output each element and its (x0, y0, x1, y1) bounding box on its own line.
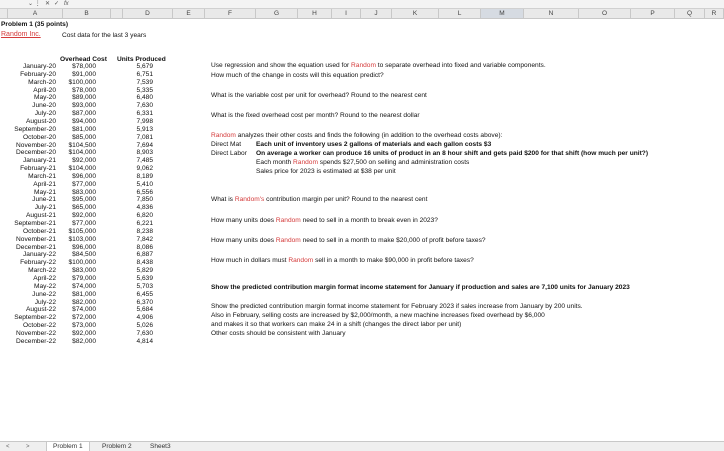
column-header-k[interactable]: K (392, 9, 439, 19)
sheet-subtitle: Cost data for the last 3 years (62, 32, 147, 39)
column-header-j[interactable]: J (361, 9, 392, 19)
row-units-produced[interactable]: 4,814 (120, 337, 153, 346)
question-target-profit-dollars: How much in dollars must Random sell in … (211, 257, 474, 264)
tab-problem-2[interactable]: Problem 2 (96, 442, 138, 451)
column-header-q[interactable]: Q (675, 9, 705, 19)
text-february-changes: Also in February, selling costs are incr… (211, 312, 545, 319)
question-change-predict: How much of the change in costs will thi… (211, 72, 384, 79)
text-direct-materials: Each unit of inventory uses 2 gallons of… (256, 141, 492, 148)
question-january-statement: Show the predicted contribution margin f… (211, 284, 630, 291)
column-header-l[interactable]: L (439, 9, 481, 19)
column-header-g[interactable]: G (256, 9, 298, 19)
company-name: Random Inc. (1, 31, 41, 38)
question-february-statement: Show the predicted contribution margin f… (211, 303, 583, 310)
tab-sheet3[interactable]: Sheet3 (144, 442, 177, 451)
row-overhead-cost[interactable]: $82,000 (58, 337, 96, 346)
row-month[interactable]: December-22 (0, 337, 56, 346)
text-other-costs-consistent: Other costs should be consistent with Ja… (211, 330, 346, 337)
column-header-p[interactable]: P (631, 9, 675, 19)
question-target-profit-units: How many units does Random need to sell … (211, 237, 486, 244)
question-fixed-overhead: What is the fixed overhead cost per mont… (211, 112, 420, 119)
text-direct-labor: On average a worker can produce 16 units… (256, 150, 649, 157)
company-ref: Random (351, 62, 376, 69)
column-header-o[interactable]: O (579, 9, 631, 19)
column-header-r[interactable]: R (705, 9, 724, 19)
select-all-corner[interactable] (0, 9, 8, 19)
tab-problem-1[interactable]: Problem 1 (46, 442, 90, 451)
question-variable-cost: What is the variable cost per unit for o… (211, 92, 427, 99)
text-sales-price: Sales price for 2023 is estimated at $38… (256, 168, 396, 175)
question-regression: Use regression and show the equation use… (211, 62, 546, 69)
column-header-b[interactable]: B (63, 9, 111, 19)
question-break-even: How many units does Random need to sell … (211, 217, 438, 224)
column-header-e[interactable]: E (173, 9, 205, 19)
label-direct-materials: Direct Mat (211, 141, 242, 148)
problem-title: Problem 1 (35 points) (1, 21, 69, 28)
fx-label[interactable]: fx (64, 1, 69, 8)
column-header-n[interactable]: N (524, 9, 579, 19)
tab-scroll-left-icon[interactable]: < (6, 442, 10, 451)
sheet-tab-bar: < > Problem 1 Problem 2 Sheet3 (0, 441, 724, 451)
column-header-m[interactable]: M (481, 9, 524, 19)
column-header-c[interactable] (111, 9, 123, 19)
tab-scroll-right-icon[interactable]: > (26, 442, 30, 451)
note-other-costs: Random analyzes their other costs and fi… (211, 132, 503, 139)
formula-bar: ⌄ ⋮ ✕ ✓ fx (0, 0, 724, 9)
column-header-d[interactable]: D (123, 9, 173, 19)
column-header-i[interactable]: I (332, 9, 361, 19)
column-header-h[interactable]: H (298, 9, 332, 19)
name-box-dropdown-icon[interactable]: ⌄ ⋮ (28, 1, 41, 8)
column-header-a[interactable]: A (8, 9, 63, 19)
text-labor-changes: and makes it so that workers can make 24… (211, 321, 462, 328)
label-direct-labor: Direct Labor (211, 150, 247, 157)
check-icon[interactable]: ✓ (54, 1, 59, 8)
text-selling-admin: Each month Random spends $27,500 on sell… (256, 159, 470, 166)
close-icon[interactable]: ✕ (45, 1, 50, 8)
question-contribution-margin: What is Random's contribution margin per… (211, 196, 428, 203)
column-header-f[interactable]: F (205, 9, 256, 19)
